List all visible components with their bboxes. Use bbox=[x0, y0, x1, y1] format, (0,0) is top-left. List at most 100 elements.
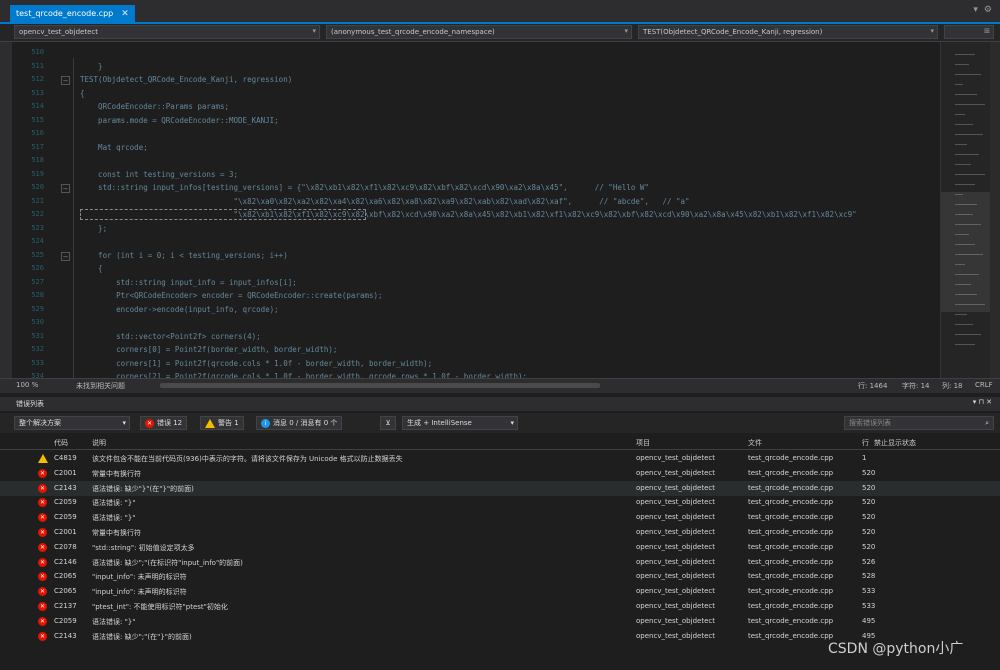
error-icon: ✕ bbox=[38, 483, 47, 493]
search-input[interactable]: 搜索错误列表 ⌕ bbox=[844, 416, 994, 430]
scope-select[interactable]: 整个解决方案 ▾ bbox=[14, 416, 130, 430]
code-minimap[interactable] bbox=[940, 42, 991, 378]
code-line[interactable]: } bbox=[80, 62, 103, 71]
info-icon: i bbox=[261, 418, 270, 428]
error-row[interactable]: ✕ C2146 语法错误: 缺少";"(在标识符"input_info"的前面) op… bbox=[0, 555, 1000, 570]
line-ending[interactable]: CRLF bbox=[975, 381, 993, 389]
filter-icon: ⊻ bbox=[385, 419, 391, 427]
selection-box bbox=[80, 209, 366, 220]
code-line[interactable]: corners[1] = Point2f(qrcode.cols * 1.0f … bbox=[80, 359, 432, 368]
error-row[interactable]: C4819 该文件包含不能在当前代码页(936)中表示的字符。请将该文件保存为 U… bbox=[0, 451, 1000, 466]
code-line[interactable]: QRCodeEncoder::Params params; bbox=[80, 102, 229, 111]
code-line[interactable]: corners[0] = Point2f(border_width, borde… bbox=[80, 345, 337, 354]
navigation-bar: opencv_test_objdetect ▾ (anonymous_test_q… bbox=[0, 24, 1000, 42]
row-line: 520 bbox=[862, 513, 876, 522]
messages-count: 消息 0 / 消息有 0 个 bbox=[273, 419, 338, 427]
minimap-line bbox=[955, 324, 973, 325]
code-line[interactable]: std::vector<Point2f> corners(4); bbox=[80, 332, 261, 341]
error-icon: ✕ bbox=[38, 631, 47, 641]
row-project: opencv_test_objdetect bbox=[636, 542, 715, 551]
line-number: 515 bbox=[31, 115, 44, 124]
code-line[interactable]: encoder->encode(input_info, qrcode); bbox=[80, 305, 279, 314]
col-description[interactable]: 说明 bbox=[92, 438, 106, 448]
minimap-line bbox=[955, 344, 975, 345]
line-number: 521 bbox=[31, 196, 44, 205]
fold-toggle-icon[interactable]: − bbox=[61, 184, 70, 193]
member-dropdown[interactable]: TEST(Objdetect_QRCode_Encode_Kanji, regr… bbox=[638, 25, 938, 39]
line-number: 526 bbox=[31, 264, 44, 272]
issues-indicator[interactable]: 未找到相关问题 bbox=[76, 381, 125, 391]
col-file[interactable]: 文件 bbox=[748, 438, 762, 448]
code-line[interactable]: { bbox=[80, 89, 85, 98]
code-line[interactable]: std::string input_infos[testing_versions… bbox=[80, 183, 649, 192]
col-project[interactable]: 项目 bbox=[636, 438, 650, 448]
line-number: 529 bbox=[31, 304, 44, 313]
split-button[interactable]: ⊞ bbox=[944, 25, 994, 39]
build-source-select[interactable]: 生成 + IntelliSense ▾ bbox=[402, 416, 518, 430]
code-editor[interactable]: 510 511 } 512 TEST(Objdetect_QRCode_Encode_… bbox=[0, 42, 940, 378]
error-row[interactable]: ✕ C2001 常量中有换行符 opencv_test_objdetect test_q… bbox=[0, 466, 1000, 481]
error-row[interactable]: ✕ C2137 "ptest_int": 不能使用标识符"ptest"初始化 open… bbox=[0, 599, 1000, 614]
code-line[interactable]: Ptr<QRCodeEncoder> encoder = QRCodeEncod… bbox=[80, 291, 382, 300]
col-suppression[interactable]: 禁止显示状态 bbox=[874, 438, 916, 448]
member-dropdown-value: TEST(Objdetect_QRCode_Encode_Kanji, regr… bbox=[643, 28, 823, 36]
code-line[interactable]: }; bbox=[80, 224, 107, 233]
code-line[interactable]: Mat qrcode; bbox=[80, 143, 148, 152]
tab-test-qrcode-encode[interactable]: test_qrcode_encode.cpp ✕ bbox=[10, 5, 135, 22]
minimap-line bbox=[955, 54, 975, 55]
row-code: C2059 bbox=[54, 498, 77, 507]
minimap-viewport[interactable] bbox=[941, 192, 991, 312]
row-desc: 该文件包含不能在当前代码页(936)中表示的字符。请将该文件保存为 Unicod… bbox=[92, 455, 403, 463]
zoom-level[interactable]: 100 % bbox=[16, 381, 38, 389]
errors-count: 错误 12 bbox=[157, 419, 183, 427]
line-number: 523 bbox=[31, 223, 44, 232]
error-row[interactable]: ✕ C2059 语法错误: "}" opencv_test_objdetect test… bbox=[0, 614, 1000, 629]
errors-filter-button[interactable]: ✕ 错误 12 bbox=[140, 416, 188, 430]
code-line[interactable]: params.mode = QRCodeEncoder::MODE_KANJI; bbox=[80, 116, 279, 125]
warning-icon bbox=[38, 454, 48, 463]
code-line[interactable]: std::string input_info = input_infos[i]; bbox=[80, 278, 297, 287]
warnings-filter-button[interactable]: 警告 1 bbox=[200, 416, 244, 430]
row-desc: "input_info": 未声明的标识符 bbox=[92, 573, 187, 582]
row-project: opencv_test_objdetect bbox=[636, 557, 715, 566]
filter-button[interactable]: ⊻ bbox=[380, 416, 396, 430]
error-row[interactable]: ✕ C2001 常量中有换行符 opencv_test_objdetect test_q… bbox=[0, 525, 1000, 540]
code-line[interactable]: { bbox=[80, 264, 103, 273]
row-file: test_qrcode_encode.cpp bbox=[748, 513, 834, 522]
close-icon[interactable]: ✕ bbox=[121, 9, 129, 19]
error-list-toolbar: 整个解决方案 ▾ ✕ 错误 12 警告 1 i 消息 0 / 消息有 0 个 ⊻ 生成… bbox=[0, 413, 1000, 433]
row-line: 520 bbox=[862, 498, 876, 507]
error-icon: ✕ bbox=[38, 557, 47, 567]
horizontal-scrollbar[interactable] bbox=[160, 383, 600, 388]
code-line[interactable]: const int testing_versions = 3; bbox=[80, 170, 238, 179]
row-file: test_qrcode_encode.cpp bbox=[748, 528, 834, 536]
tab-title: test_qrcode_encode.cpp bbox=[16, 9, 114, 18]
scope-dropdown[interactable]: (anonymous_test_qrcode_encode_namespace)… bbox=[326, 25, 632, 39]
col-code[interactable]: 代码 bbox=[54, 438, 68, 448]
error-row[interactable]: ✕ C2065 "input_info": 未声明的标识符 opencv_test_o… bbox=[0, 584, 1000, 599]
error-row[interactable]: ✕ C2143 语法错误: 缺少"}"(在"}"的前面) opencv_test_ob… bbox=[0, 480, 1000, 496]
panel-controls[interactable]: ▾ ⊓ ✕ bbox=[973, 398, 992, 406]
gear-icon[interactable]: ⚙ bbox=[984, 5, 992, 15]
minimap-line bbox=[955, 94, 977, 95]
code-line[interactable]: TEST(Objdetect_QRCode_Encode_Kanji, regr… bbox=[80, 75, 292, 84]
error-row[interactable]: ✕ C2059 语法错误: "}" opencv_test_objdetect test… bbox=[0, 495, 1000, 510]
warnings-count: 警告 1 bbox=[218, 419, 239, 427]
vertical-scrollbar[interactable] bbox=[990, 42, 1000, 378]
messages-filter-button[interactable]: i 消息 0 / 消息有 0 个 bbox=[256, 416, 343, 430]
row-project: opencv_test_objdetect bbox=[636, 513, 715, 522]
code-line[interactable]: for (int i = 0; i < testing_versions; i+… bbox=[80, 251, 288, 260]
error-row[interactable]: ✕ C2065 "input_info": 未声明的标识符 opencv_test_o… bbox=[0, 569, 1000, 584]
chevron-down-icon[interactable]: ▾ bbox=[973, 5, 978, 15]
row-project: opencv_test_objdetect bbox=[636, 468, 715, 477]
fold-toggle-icon[interactable]: − bbox=[61, 76, 70, 85]
fold-toggle-icon[interactable]: − bbox=[61, 251, 70, 261]
col-line[interactable]: 行 bbox=[862, 438, 869, 448]
row-project: opencv_test_objdetect bbox=[636, 631, 715, 640]
code-line[interactable]: "\x82\xa0\x82\xa2\x82\xa4\x82\xa6\x82\xa… bbox=[80, 197, 690, 206]
row-code: C2065 bbox=[54, 572, 77, 581]
project-dropdown[interactable]: opencv_test_objdetect ▾ bbox=[14, 25, 320, 39]
error-row[interactable]: ✕ C2078 "std::string": 初始值设定项太多 opencv_test… bbox=[0, 540, 1000, 555]
line-number: 527 bbox=[31, 277, 44, 286]
error-row[interactable]: ✕ C2059 语法错误: "}" opencv_test_objdetect test… bbox=[0, 510, 1000, 525]
